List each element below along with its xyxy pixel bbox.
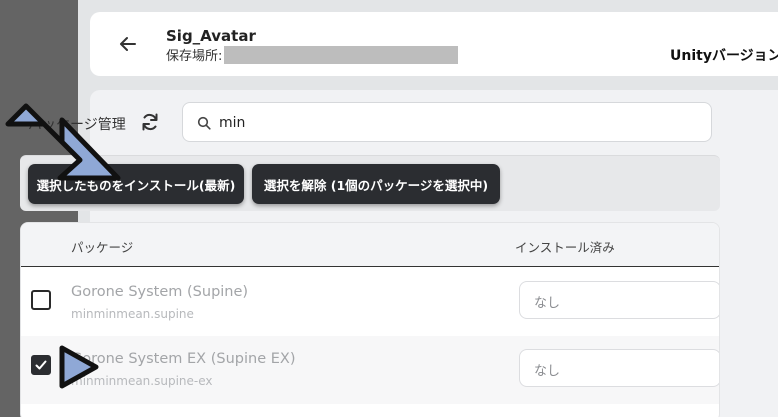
- search-input[interactable]: [219, 112, 619, 134]
- refresh-button[interactable]: [138, 110, 162, 134]
- table-header: パッケージ インストール済み: [21, 223, 719, 267]
- search-icon: [197, 116, 211, 130]
- package-name: Gorone System EX (Supine EX): [71, 351, 296, 367]
- package-manager-title: パッケージ管理: [28, 117, 126, 133]
- package-table: パッケージ インストール済み Gorone System (Supine) mi…: [20, 222, 720, 417]
- package-id: minminmean.supine: [71, 307, 194, 321]
- refresh-icon: [142, 113, 158, 131]
- project-location: 保存場所:: [166, 45, 459, 64]
- unity-version-label: Unityバージョン:: [670, 48, 778, 64]
- installed-version-select[interactable]: なし: [519, 349, 719, 387]
- project-name: Sig_Avatar: [166, 27, 256, 45]
- back-arrow-icon: [120, 37, 136, 51]
- project-header: Sig_Avatar 保存場所: Unityバージョン:: [90, 12, 778, 76]
- deselect-button[interactable]: 選択を解除 (1個のパッケージを選択中): [252, 164, 500, 204]
- install-selected-button[interactable]: 選択したものをインストール(最新): [28, 164, 244, 204]
- column-header-package[interactable]: パッケージ: [71, 237, 133, 256]
- installed-version-select[interactable]: なし: [519, 281, 719, 319]
- package-name: Gorone System (Supine): [71, 284, 249, 300]
- location-redacted-bar: [224, 45, 459, 64]
- package-id: minminmean.supine-ex: [71, 374, 213, 388]
- search-box[interactable]: [182, 102, 712, 142]
- back-button[interactable]: [116, 32, 140, 56]
- column-header-installed[interactable]: インストール済み: [515, 237, 615, 256]
- row-checkbox-checked[interactable]: [31, 355, 51, 375]
- check-icon: [35, 360, 47, 370]
- location-label: 保存場所:: [166, 49, 223, 64]
- row-checkbox[interactable]: [31, 290, 51, 310]
- table-row[interactable]: Gorone System EX (Supine EX) minminmean.…: [21, 336, 719, 404]
- table-row[interactable]: Gorone System (Supine) minminmean.supine…: [21, 268, 719, 336]
